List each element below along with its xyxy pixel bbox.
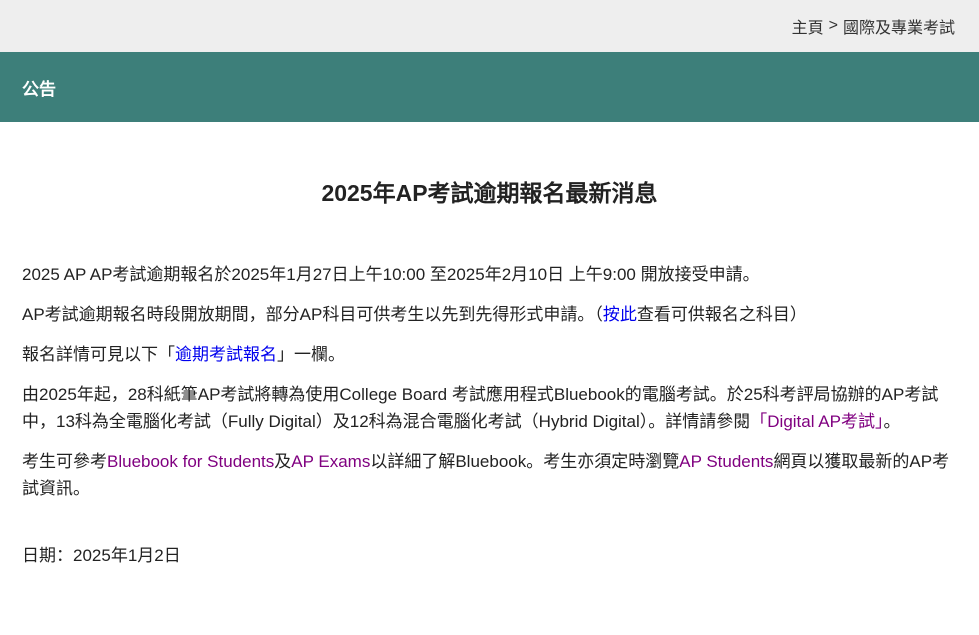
paragraph-digital-exams: 由2025年起，28科紙筆AP考試將轉為使用College Board 考試應用…: [22, 381, 957, 435]
article-date: 日期：2025年1月2日: [22, 546, 181, 565]
paragraph-subjects: AP考試逾期報名時段開放期間，部分AP科目可供考生以先到先得形式申請。（按此查看…: [22, 301, 957, 328]
bluebook-students-link[interactable]: Bluebook for Students: [107, 452, 274, 471]
paragraph-text: 。: [883, 412, 901, 431]
section-header: 公告: [0, 52, 979, 122]
paragraph-registration-period: 2025 AP AP考試逾期報名於2025年1月27日上午10:00 至2025…: [22, 261, 957, 288]
section-header-title: 公告: [22, 79, 56, 99]
paragraph-text: AP考試逾期報名時段開放期間，部分AP科目可供考生以先到先得形式申請。（: [22, 305, 603, 324]
breadcrumb-home-link[interactable]: 主頁: [792, 14, 824, 38]
paragraph-text: 及: [274, 452, 292, 471]
digital-ap-link[interactable]: 「Digital AP考試」: [750, 412, 883, 431]
paragraph-text: 2025 AP AP考試逾期報名於2025年1月27日上午10:00 至2025…: [22, 265, 760, 284]
breadcrumb-current-link[interactable]: 國際及專業考試: [843, 14, 955, 38]
paragraph-text: 以詳細了解Bluebook。考生亦須定時瀏覽: [370, 452, 680, 471]
paragraph-text: 報名詳情可見以下「: [22, 345, 175, 364]
paragraph-text: 查看可供報名之科目）: [636, 305, 807, 324]
breadcrumb-separator: >: [828, 17, 838, 34]
subjects-link[interactable]: 按此: [603, 305, 637, 324]
breadcrumb: 主頁 > 國際及專業考試: [0, 0, 979, 52]
ap-students-link[interactable]: AP Students: [679, 452, 773, 471]
ap-exams-link[interactable]: AP Exams: [291, 452, 370, 471]
article-title: 2025年AP考試逾期報名最新消息: [321, 180, 658, 206]
article-content: 2025年AP考試逾期報名最新消息 2025 AP AP考試逾期報名於2025年…: [0, 174, 979, 569]
paragraph-text: 」一欄。: [277, 345, 345, 364]
paragraph-details: 報名詳情可見以下「逾期考試報名」一欄。: [22, 341, 957, 368]
paragraph-bluebook: 考生可參考Bluebook for Students及AP Exams以詳細了解…: [22, 448, 957, 502]
paragraph-text: 考生可參考: [22, 452, 107, 471]
late-registration-link[interactable]: 逾期考試報名: [175, 345, 277, 364]
